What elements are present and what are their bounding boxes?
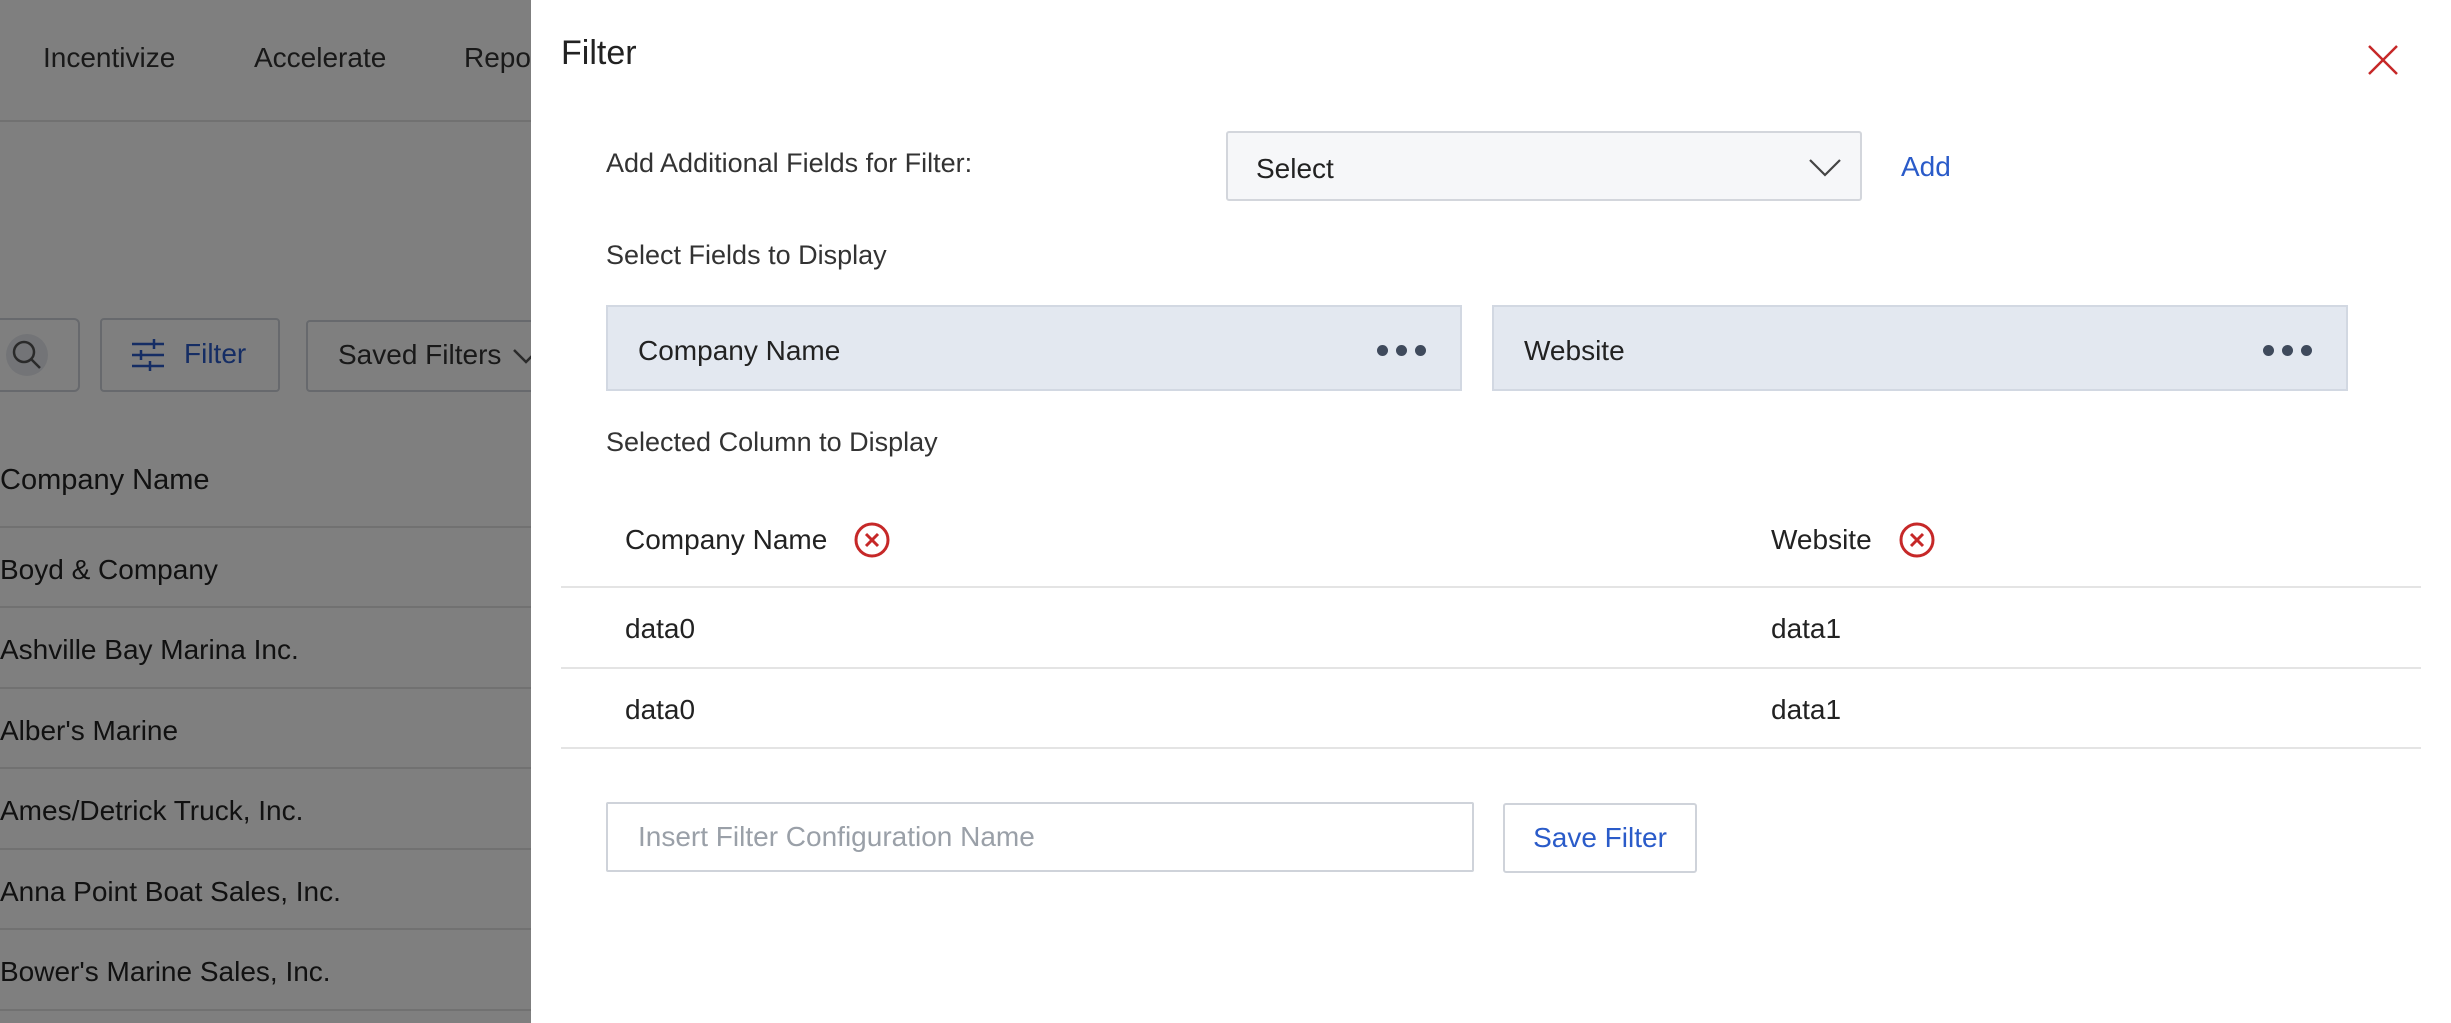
filter-name-input[interactable] <box>606 802 1474 872</box>
field-chip-label: Company Name <box>638 335 841 366</box>
table-cell: data1 <box>1771 613 1842 644</box>
fields-to-display-label: Select Fields to Display <box>606 240 887 270</box>
column-header-website: Website <box>1771 524 1872 555</box>
more-options-icon[interactable] <box>2263 345 2312 356</box>
field-select-value: Select <box>1256 153 1334 184</box>
close-icon <box>2368 45 2398 75</box>
chevron-down-icon <box>1809 159 1841 177</box>
field-chip-company-name[interactable]: Company Name <box>606 305 1462 391</box>
more-options-icon[interactable] <box>1377 345 1426 356</box>
table-divider <box>561 667 2421 669</box>
filter-drawer: Filter Add Additional Fields for Filter:… <box>531 0 2451 1023</box>
table-divider <box>561 586 2421 588</box>
add-field-button[interactable]: Add <box>1901 151 1951 183</box>
remove-column-icon[interactable] <box>852 520 892 560</box>
drawer-title: Filter <box>561 34 637 72</box>
remove-column-icon[interactable] <box>1897 520 1937 560</box>
selected-columns-label: Selected Column to Display <box>606 427 938 457</box>
field-chip-label: Website <box>1524 335 1625 366</box>
add-fields-label: Add Additional Fields for Filter: <box>606 148 973 178</box>
table-cell: data0 <box>625 694 696 725</box>
column-header-company-name: Company Name <box>625 524 828 555</box>
save-filter-button[interactable]: Save Filter <box>1503 803 1697 873</box>
table-cell: data1 <box>1771 694 1842 725</box>
close-button[interactable] <box>2363 40 2403 80</box>
table-divider <box>561 747 2421 749</box>
table-cell: data0 <box>625 613 696 644</box>
field-chip-website[interactable]: Website <box>1492 305 2348 391</box>
field-select[interactable]: Select <box>1226 131 1862 201</box>
